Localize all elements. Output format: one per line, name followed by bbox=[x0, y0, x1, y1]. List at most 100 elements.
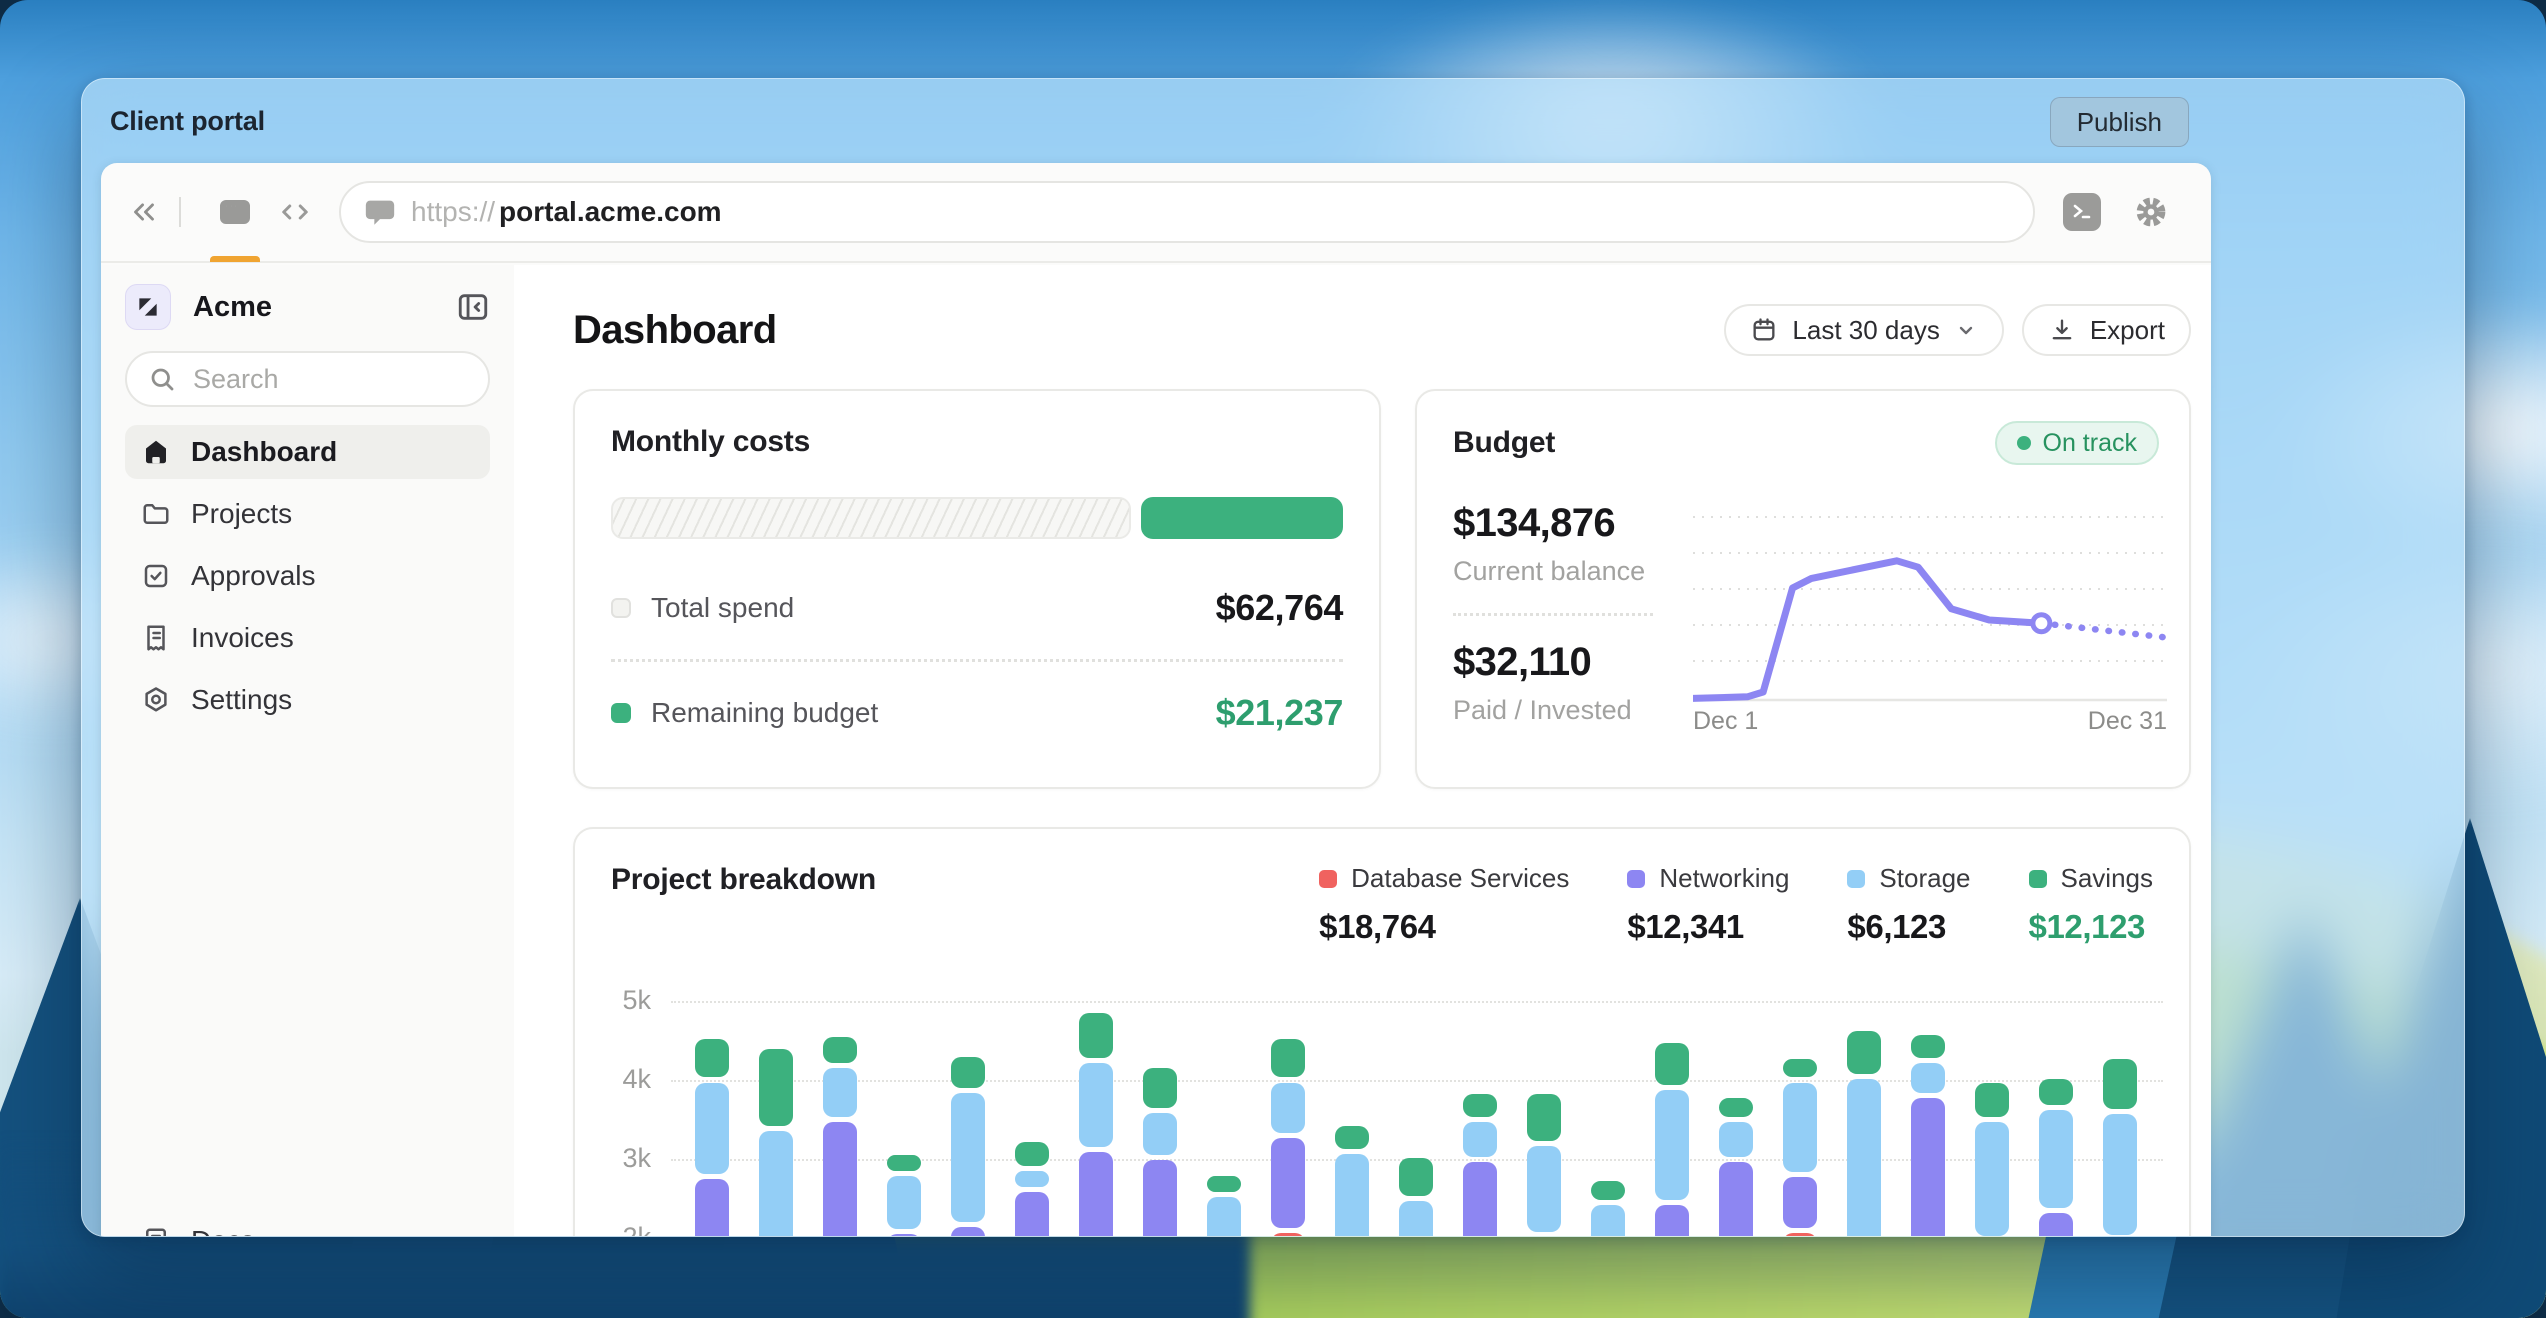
docs-icon bbox=[141, 1226, 171, 1237]
total-spend-value: $62,764 bbox=[1216, 587, 1343, 629]
bar-segment-green bbox=[887, 1155, 921, 1171]
bar-segment-green bbox=[1975, 1083, 2009, 1118]
bar-segment-green bbox=[1271, 1039, 1305, 1077]
sidebar-item-label: Settings bbox=[191, 684, 292, 716]
bar-segment-purple bbox=[1271, 1138, 1305, 1228]
acme-logo bbox=[125, 284, 171, 330]
remaining-budget-label: Remaining budget bbox=[651, 697, 1216, 729]
bar-segment-blue bbox=[1335, 1154, 1369, 1237]
sidebar-item-settings[interactable]: Settings bbox=[125, 673, 490, 727]
sidebar: Acme Dashboard bbox=[101, 265, 514, 1237]
row-divider bbox=[611, 659, 1343, 662]
export-button[interactable]: Export bbox=[2022, 304, 2191, 356]
sidebar-item-invoices[interactable]: Invoices bbox=[125, 611, 490, 665]
chevron-down-icon bbox=[1954, 318, 1978, 342]
bar-segment-green bbox=[1719, 1098, 1753, 1117]
bar-segment-purple bbox=[1463, 1162, 1497, 1238]
sidebar-item-label: Projects bbox=[191, 498, 292, 530]
page-header: Dashboard Last 30 days bbox=[573, 303, 2191, 357]
browser-panel: https:// portal.acme.com Acme bbox=[101, 163, 2211, 1237]
current-point-marker bbox=[2033, 615, 2050, 632]
bar-segment-blue bbox=[1655, 1090, 1689, 1200]
toolbar-divider bbox=[179, 197, 181, 227]
sidebar-item-projects[interactable]: Projects bbox=[125, 487, 490, 541]
window-title: Client portal bbox=[110, 106, 265, 137]
app-window: Client portal Publish https:// por bbox=[81, 78, 2465, 1237]
bar-segment-green bbox=[695, 1039, 729, 1077]
search-input[interactable] bbox=[191, 363, 468, 396]
date-range-label: Last 30 days bbox=[1792, 315, 1939, 346]
main-content: Dashboard Last 30 days bbox=[514, 265, 2211, 1237]
bar-segment-green bbox=[1527, 1094, 1561, 1140]
budget-card: Budget On track $134,876 Current balance… bbox=[1415, 389, 2191, 789]
terminal-icon[interactable] bbox=[2063, 193, 2101, 231]
remaining-budget-row: Remaining budget $21,237 bbox=[611, 688, 1343, 738]
budget-card-header: Budget On track bbox=[1453, 421, 2159, 465]
budget-title: Budget bbox=[1453, 426, 1555, 460]
bar-segment-green bbox=[1911, 1035, 1945, 1058]
remaining-budget-value: $21,237 bbox=[1216, 692, 1343, 734]
status-badge: On track bbox=[1995, 421, 2159, 465]
paid-invested-value: $32,110 bbox=[1453, 640, 1683, 685]
bar-segment-red bbox=[1783, 1233, 1817, 1237]
chat-bubble-icon bbox=[363, 195, 397, 229]
search-icon bbox=[147, 364, 177, 394]
status-badge-label: On track bbox=[2043, 429, 2137, 458]
sidebar-item-docs[interactable]: Docs bbox=[141, 1225, 255, 1237]
bar-segment-purple bbox=[2039, 1213, 2073, 1237]
bar-segment-green bbox=[823, 1037, 857, 1064]
x-axis-end-label: Dec 31 bbox=[2088, 707, 2167, 736]
settings-gear-icon[interactable] bbox=[2131, 192, 2171, 232]
bar-segment-blue bbox=[1911, 1063, 1945, 1094]
bar-segment-blue bbox=[1463, 1122, 1497, 1157]
monthly-costs-title: Monthly costs bbox=[611, 425, 1343, 459]
browser-toolbar: https:// portal.acme.com bbox=[101, 163, 2211, 263]
bar-segment-green bbox=[1079, 1013, 1113, 1058]
remaining-progress-segment bbox=[1141, 497, 1343, 539]
sidebar-item-label: Invoices bbox=[191, 622, 294, 654]
bar-segment-blue bbox=[1719, 1122, 1753, 1157]
home-icon bbox=[141, 437, 171, 467]
spent-progress-segment bbox=[611, 497, 1131, 539]
y-axis-tick: 5k bbox=[595, 985, 651, 1016]
remaining-budget-swatch bbox=[611, 703, 631, 723]
bar-segment-blue bbox=[1527, 1146, 1561, 1232]
bar-segment-green bbox=[1655, 1043, 1689, 1085]
sidebar-item-label: Dashboard bbox=[191, 436, 337, 468]
sidebar-item-label: Docs bbox=[191, 1225, 255, 1237]
bar-segment-blue bbox=[1079, 1063, 1113, 1147]
settings-hex-icon bbox=[141, 685, 171, 715]
collapse-sidebar-icon[interactable] bbox=[456, 290, 490, 324]
bar-segment-blue bbox=[1015, 1171, 1049, 1187]
total-spend-swatch bbox=[611, 598, 631, 618]
publish-button[interactable]: Publish bbox=[2050, 97, 2189, 147]
bar-segment-green bbox=[1143, 1068, 1177, 1107]
paid-invested-label: Paid / Invested bbox=[1453, 695, 1683, 726]
status-dot bbox=[2017, 436, 2031, 450]
bar-segment-blue bbox=[759, 1131, 793, 1237]
active-tab-indicator bbox=[210, 256, 260, 262]
balance-line bbox=[1693, 561, 2041, 699]
search-box[interactable] bbox=[125, 351, 490, 407]
code-view-icon[interactable] bbox=[277, 194, 313, 230]
bar-segment-blue bbox=[2103, 1114, 2137, 1235]
bar-segment-green bbox=[1591, 1181, 1625, 1200]
bar-segment-blue bbox=[1847, 1079, 1881, 1237]
calendar-icon bbox=[1750, 316, 1778, 344]
sidebar-item-dashboard[interactable]: Dashboard bbox=[125, 425, 490, 479]
back-history-icon[interactable] bbox=[127, 195, 161, 229]
url-bar[interactable]: https:// portal.acme.com bbox=[339, 181, 2035, 243]
figures-divider bbox=[1453, 613, 1653, 616]
check-square-icon bbox=[141, 561, 171, 591]
page-title: Dashboard bbox=[573, 308, 1724, 353]
bar-segment-purple bbox=[1079, 1152, 1113, 1237]
date-range-button[interactable]: Last 30 days bbox=[1724, 304, 2003, 356]
bar-segment-blue bbox=[695, 1083, 729, 1174]
bar-segment-blue bbox=[823, 1068, 857, 1117]
browser-tab[interactable] bbox=[203, 163, 267, 262]
sidebar-item-approvals[interactable]: Approvals bbox=[125, 549, 490, 603]
projection-line bbox=[2041, 623, 2167, 637]
bar-segment-purple bbox=[695, 1179, 729, 1237]
total-spend-row: Total spend $62,764 bbox=[611, 583, 1343, 633]
brand-name: Acme bbox=[193, 291, 456, 324]
